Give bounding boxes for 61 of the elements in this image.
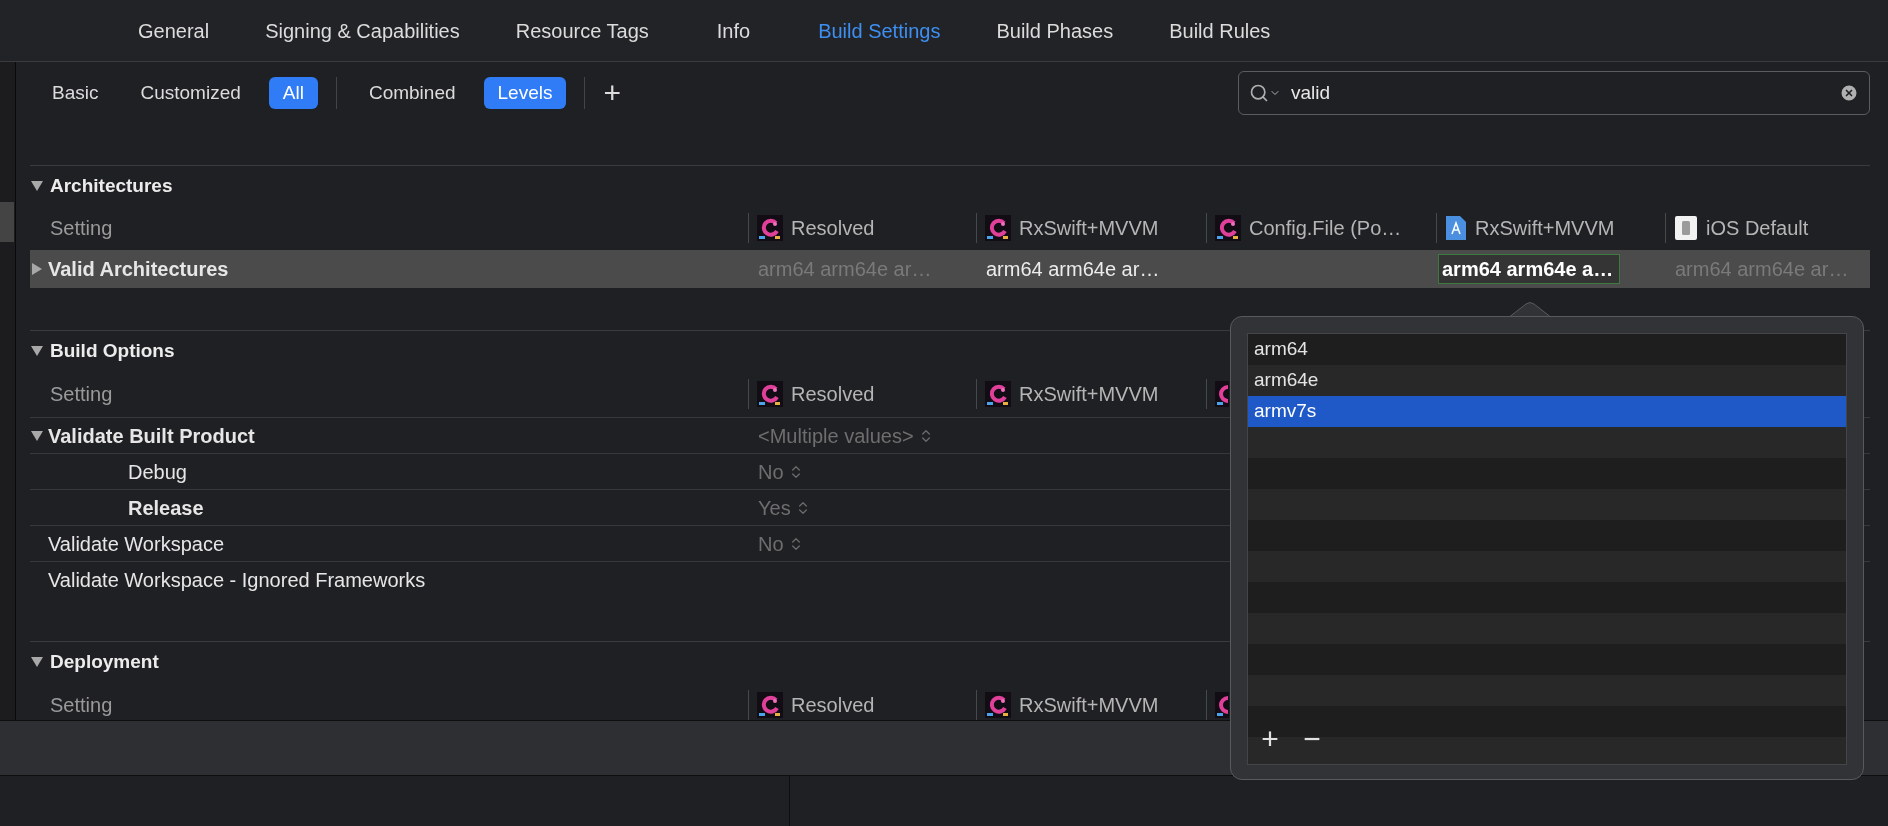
column-header: RxSwift+MVVM xyxy=(1019,382,1159,407)
app-icon xyxy=(1215,381,1229,407)
list-item[interactable]: arm64e xyxy=(1248,365,1846,396)
device-icon xyxy=(1674,215,1698,241)
column-label: Setting xyxy=(49,216,114,241)
filter-button[interactable]: Basic xyxy=(38,77,113,109)
setting-name: Debug xyxy=(127,459,187,485)
clear-icon[interactable] xyxy=(1839,83,1859,103)
setting-value: arm64 arm64e ar… xyxy=(985,257,1160,282)
tab[interactable]: Build Rules xyxy=(1141,15,1299,46)
setting-name: Validate Built Product xyxy=(48,423,255,449)
column-header: Resolved xyxy=(791,216,875,241)
app-icon xyxy=(1215,692,1229,718)
setting-name: Valid Architectures xyxy=(48,257,229,282)
filter-button[interactable]: Levels xyxy=(483,77,567,109)
remove-button[interactable]: − xyxy=(1298,724,1326,754)
app-icon xyxy=(985,381,1011,407)
setting-name: Validate Workspace xyxy=(48,531,224,557)
disclosure-expanded-icon[interactable] xyxy=(30,655,44,669)
disclosure-expanded-icon[interactable] xyxy=(30,344,44,358)
disclosure-expanded-icon[interactable] xyxy=(30,179,44,193)
setting-name: Release xyxy=(127,495,204,521)
list-item[interactable]: armv7s xyxy=(1248,396,1846,427)
disclosure-expanded-icon[interactable] xyxy=(30,428,44,443)
column-header: iOS Default xyxy=(1706,216,1809,241)
app-icon xyxy=(757,692,783,718)
setting-name: Validate Workspace - Ignored Frameworks xyxy=(48,567,426,593)
filter-button[interactable]: Combined xyxy=(354,77,470,109)
filter-button[interactable]: Customized xyxy=(126,77,255,109)
section-title: Deployment xyxy=(50,649,159,674)
column-label: Setting xyxy=(49,382,114,407)
list-item[interactable]: arm64 xyxy=(1248,334,1846,365)
disclosure-collapsed-icon[interactable] xyxy=(30,262,44,276)
tab[interactable]: General xyxy=(110,15,238,46)
blueprint-document-icon xyxy=(1445,215,1467,241)
app-icon xyxy=(985,215,1011,241)
tab[interactable]: Signing & Capabilities xyxy=(237,15,488,46)
column-header: RxSwift+MVVM xyxy=(1019,216,1159,241)
tab[interactable]: Resource Tags xyxy=(487,15,677,46)
section-title: Build Options xyxy=(50,338,175,363)
app-icon xyxy=(757,381,783,407)
column-header: RxSwift+MVVM xyxy=(1475,216,1615,241)
section-title: Architectures xyxy=(50,173,173,198)
column-header: RxSwift+MVVM xyxy=(1019,693,1159,718)
app-icon xyxy=(985,692,1011,718)
filter-button[interactable]: All xyxy=(268,77,318,109)
column-header: Resolved xyxy=(791,382,875,407)
add-setting-button[interactable]: + xyxy=(603,78,621,108)
column-header: Config.File (Po… xyxy=(1249,216,1402,241)
app-icon xyxy=(1215,215,1241,241)
search-input[interactable]: valid xyxy=(1291,78,1829,108)
column-header: Resolved xyxy=(791,693,875,718)
add-button[interactable]: + xyxy=(1256,724,1284,754)
tab[interactable]: Build Settings xyxy=(790,15,969,46)
tab[interactable]: Build Phases xyxy=(968,15,1142,46)
tab[interactable]: Info xyxy=(676,15,791,46)
column-label: Setting xyxy=(49,693,114,718)
search-icon[interactable] xyxy=(1249,83,1281,103)
search-field[interactable]: valid xyxy=(1238,71,1870,115)
setting-value-field[interactable]: arm64 arm64e a… xyxy=(1438,254,1621,284)
app-icon xyxy=(757,215,783,241)
